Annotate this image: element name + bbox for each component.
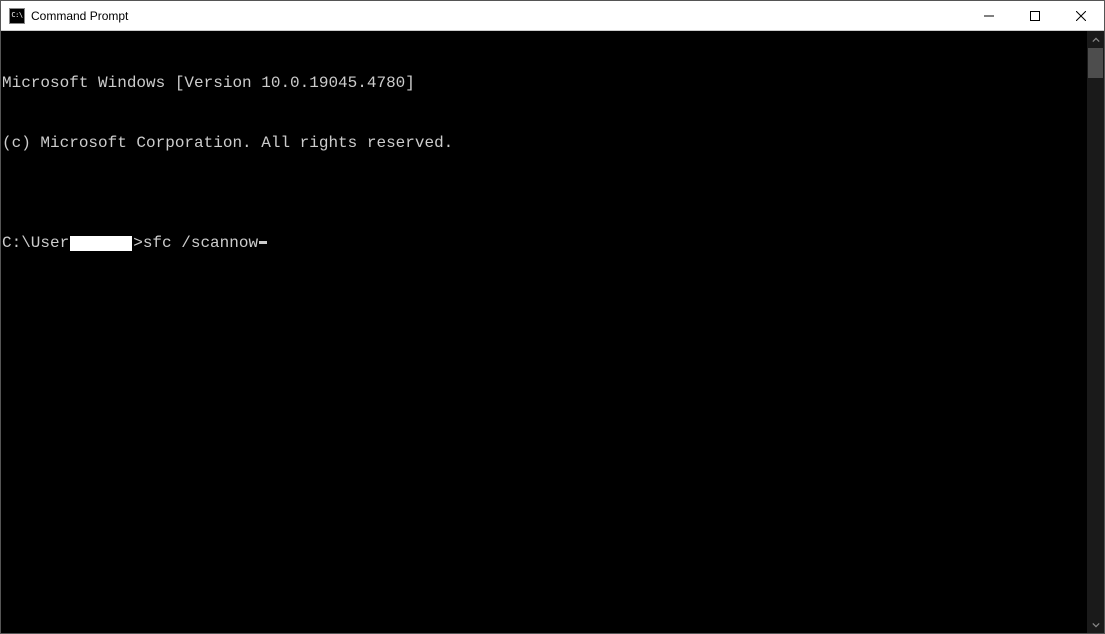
maximize-button[interactable] [1012, 1, 1058, 30]
maximize-icon [1030, 11, 1040, 21]
close-icon [1076, 11, 1086, 21]
prompt-suffix: > [133, 233, 143, 253]
titlebar[interactable]: C:\ Command Prompt [1, 1, 1104, 31]
minimize-button[interactable] [966, 1, 1012, 30]
vertical-scrollbar[interactable] [1087, 31, 1104, 633]
redacted-username [70, 236, 132, 251]
window-title: Command Prompt [31, 9, 128, 23]
cmd-icon-label: C:\ [11, 12, 22, 19]
version-line: Microsoft Windows [Version 10.0.19045.47… [2, 73, 1087, 93]
command-text: sfc /scannow [143, 233, 258, 253]
content-area: Microsoft Windows [Version 10.0.19045.47… [1, 31, 1104, 633]
close-button[interactable] [1058, 1, 1104, 30]
minimize-icon [984, 11, 994, 21]
window-controls [966, 1, 1104, 30]
command-prompt-window: C:\ Command Prompt [0, 0, 1105, 634]
chevron-down-icon [1092, 621, 1100, 629]
scroll-thumb[interactable] [1088, 48, 1103, 78]
copyright-line: (c) Microsoft Corporation. All rights re… [2, 133, 1087, 153]
chevron-up-icon [1092, 36, 1100, 44]
cursor-icon [259, 241, 267, 244]
cmd-icon: C:\ [9, 8, 25, 24]
scroll-up-button[interactable] [1087, 31, 1104, 48]
prompt-line: C:\User >sfc /scannow [2, 233, 1087, 253]
prompt-prefix: C:\User [2, 233, 69, 253]
terminal-output[interactable]: Microsoft Windows [Version 10.0.19045.47… [1, 31, 1087, 633]
scroll-down-button[interactable] [1087, 616, 1104, 633]
